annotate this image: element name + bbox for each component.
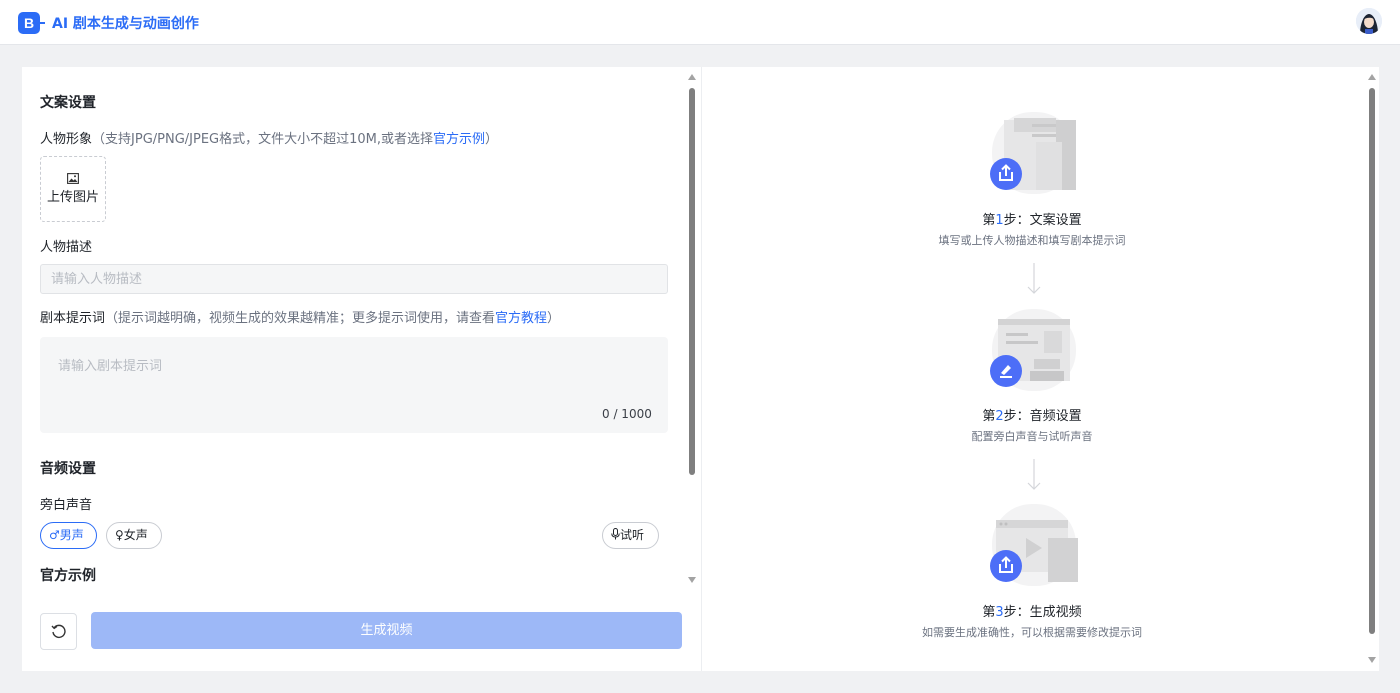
left-scrollbar-thumb[interactable] — [689, 88, 695, 475]
male-voice-label: 男声 — [59, 528, 84, 542]
character-image-hint-end: ） — [485, 132, 499, 147]
step2-num: 2 — [995, 409, 1004, 424]
female-voice-button[interactable]: ♀女声 — [106, 522, 162, 549]
steps-panel: 第1步：文案设置 填写或上传人物描述和填写剧本提示词 第2步：音频设置 配置旁白… — [701, 67, 1379, 671]
copy-settings-title: 文案设置 — [40, 95, 96, 111]
step1-suffix: 步：文案设置 — [1003, 213, 1082, 228]
step2-title: 第2步：音频设置 — [702, 405, 1362, 424]
character-image-label: 人物形象（支持JPG/PNG/JPEG格式，文件大小不超过10M,或者选择官方示… — [40, 128, 498, 147]
official-examples-title: 官方示例 — [40, 568, 96, 584]
step3-desc: 如需要生成准确性，可以根据需要修改提示词 — [922, 626, 1142, 639]
audio-settings-title: 音频设置 — [40, 461, 96, 477]
upload-image-label: 上传图片 — [46, 190, 99, 205]
step2-illustration — [990, 309, 1076, 391]
preview-voice-label: 试听 — [620, 528, 645, 542]
female-icon: ♀ — [115, 528, 124, 542]
step1-num: 1 — [995, 213, 1004, 228]
step3-illustration — [990, 504, 1078, 586]
step1-prefix: 第 — [982, 213, 996, 228]
char-counter: 0 / 1000 — [602, 407, 652, 421]
step2-prefix: 第 — [982, 409, 996, 424]
settings-panel: 文案设置 人物形象（支持JPG/PNG/JPEG格式，文件大小不超过10M,或者… — [22, 67, 701, 671]
character-desc-label: 人物描述 — [40, 240, 93, 255]
avatar-image — [1356, 8, 1382, 34]
male-icon: ♂ — [49, 528, 60, 542]
scroll-up-arrow[interactable] — [688, 74, 696, 80]
script-prompt-hint-end: ） — [547, 311, 561, 326]
right-scrollbar-thumb[interactable] — [1369, 88, 1375, 634]
down-arrow-icon — [1027, 263, 1041, 294]
top-bar: B AI 剧本生成与动画创作 — [0, 0, 1400, 45]
image-icon — [67, 173, 79, 184]
right-scroll-up-arrow[interactable] — [1368, 74, 1376, 80]
step3-num: 3 — [995, 605, 1004, 620]
step3-title: 第3步：生成视频 — [702, 601, 1362, 620]
narration-voice-label: 旁白声音 — [40, 498, 93, 513]
character-image-label-text: 人物形象 — [40, 132, 93, 147]
generate-video-button[interactable]: 生成视频 — [91, 612, 682, 649]
script-prompt-textarea[interactable] — [40, 337, 668, 433]
reset-button[interactable] — [40, 613, 77, 650]
script-prompt-hint: （提示词越明确，视频生成的效果越精准；更多提示词使用，请查看 — [105, 311, 496, 326]
official-example-link[interactable]: 官方示例 — [433, 132, 485, 147]
upload-image-button[interactable]: 上传图片 — [40, 156, 106, 222]
character-image-hint: （支持JPG/PNG/JPEG格式，文件大小不超过10M,或者选择 — [92, 132, 434, 147]
reset-icon — [51, 624, 66, 638]
script-prompt-label-text: 剧本提示词 — [40, 311, 106, 326]
step2-desc: 配置旁白声音与试听声音 — [971, 430, 1093, 443]
microphone-icon — [611, 528, 620, 540]
script-prompt-label: 剧本提示词（提示词越明确，视频生成的效果越精准；更多提示词使用，请查看官方教程） — [40, 307, 560, 326]
user-avatar[interactable] — [1356, 8, 1382, 34]
character-desc-input[interactable] — [40, 264, 668, 294]
step1-illustration — [990, 112, 1076, 194]
down-arrow-icon-2 — [1027, 459, 1041, 490]
official-tutorial-link[interactable]: 官方教程 — [495, 311, 547, 326]
male-voice-button[interactable]: ♂男声 — [40, 522, 97, 549]
step3-prefix: 第 — [982, 605, 996, 620]
app-logo: B — [18, 12, 45, 34]
step1-desc: 填写或上传人物描述和填写剧本提示词 — [938, 234, 1126, 247]
step3-suffix: 步：生成视频 — [1003, 605, 1082, 620]
step2-suffix: 步：音频设置 — [1003, 409, 1082, 424]
step1-title: 第1步：文案设置 — [702, 209, 1362, 228]
scroll-down-arrow[interactable] — [688, 577, 696, 583]
right-scroll-down-arrow[interactable] — [1368, 657, 1376, 663]
preview-voice-button[interactable]: 试听 — [602, 522, 659, 549]
female-voice-label: 女声 — [123, 528, 148, 542]
app-title: AI 剧本生成与动画创作 — [52, 16, 199, 32]
